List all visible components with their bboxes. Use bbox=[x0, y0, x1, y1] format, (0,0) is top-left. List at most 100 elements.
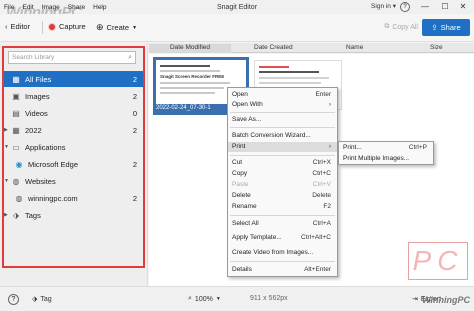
library-item-all-files[interactable]: ▦ All Files 2 bbox=[4, 71, 143, 87]
menu-cut[interactable]: Cut Ctrl+X bbox=[228, 158, 337, 168]
expand-caret-icon[interactable]: ▶ bbox=[4, 212, 11, 218]
status-bar: ? ⬗ Tag ⌕ 100% ▼ 911 x 562px ⇥ Export Wi… bbox=[0, 286, 474, 311]
print-submenu: Print... Ctrl+P Print Multiple Images... bbox=[338, 141, 434, 165]
menu-copy[interactable]: Copy Ctrl+C bbox=[228, 169, 337, 179]
close-button[interactable]: ✕ bbox=[454, 0, 472, 14]
watermark: WinningPC bbox=[422, 295, 470, 305]
menu-separator bbox=[230, 155, 335, 156]
watermark-logo: PC bbox=[408, 242, 468, 280]
menu-print-single[interactable]: Print... Ctrl+P bbox=[339, 143, 433, 153]
menu-open-with[interactable]: Open With › bbox=[228, 100, 337, 110]
capture-button[interactable]: Capture bbox=[48, 22, 86, 31]
column-date-modified[interactable]: Date Modified bbox=[149, 44, 231, 53]
column-name[interactable]: Name bbox=[346, 44, 363, 51]
export-icon: ⇥ bbox=[412, 296, 418, 303]
copy-icon: ⧉ bbox=[384, 23, 390, 30]
menu-edit[interactable]: Edit bbox=[18, 4, 37, 11]
library-item-count: 2 bbox=[132, 91, 137, 101]
menu-help[interactable]: Help bbox=[89, 4, 110, 11]
tag-icon: ⬗ bbox=[12, 210, 20, 220]
menu-share[interactable]: Share bbox=[64, 4, 89, 11]
menu-create-video[interactable]: Create Video from Images... bbox=[228, 248, 337, 258]
menu-separator bbox=[230, 112, 335, 113]
library-item-winningpc[interactable]: ◍ winningpc.com 2 bbox=[14, 190, 143, 206]
column-size[interactable]: Size bbox=[430, 44, 443, 51]
menu-batch-conversion[interactable]: Batch Conversion Wizard... bbox=[228, 131, 337, 141]
library-item-label: winningpc.com bbox=[28, 193, 78, 203]
library-item-websites[interactable]: ▼ ◍ Websites bbox=[4, 173, 143, 189]
help-icon[interactable]: ? bbox=[8, 294, 19, 305]
library-item-label: Websites bbox=[25, 176, 56, 186]
menu-open[interactable]: Open Enter bbox=[228, 90, 337, 100]
sign-in-button[interactable]: Sign in ▾ bbox=[371, 2, 396, 10]
text-line bbox=[259, 82, 321, 84]
context-menu: Open Enter Open With › Save As... Batch Co… bbox=[227, 87, 338, 277]
library-item-videos[interactable]: ▤ Videos 0 bbox=[4, 105, 143, 121]
edge-icon: ◉ bbox=[15, 159, 23, 169]
chevron-down-icon: ▼ bbox=[132, 24, 138, 31]
search-library-input[interactable]: Search Library ⌕ bbox=[8, 51, 136, 64]
divider bbox=[42, 21, 43, 34]
menu-print-multiple[interactable]: Print Multiple Images... bbox=[339, 154, 433, 164]
create-button[interactable]: ⊕ Create ▼ bbox=[96, 22, 137, 33]
library-item-count: 2 bbox=[132, 125, 137, 135]
applications-icon: ▭ bbox=[12, 142, 20, 152]
text-line bbox=[160, 82, 230, 84]
text-line bbox=[160, 87, 224, 89]
back-arrow-icon: ‹ bbox=[5, 22, 8, 31]
zoom-control[interactable]: ⌕ 100% ▼ bbox=[188, 295, 221, 303]
library-item-label: 2022 bbox=[25, 125, 42, 135]
menu-details[interactable]: Details Alt+Enter bbox=[228, 265, 337, 275]
menu-save-as[interactable]: Save As... bbox=[228, 115, 337, 125]
copy-all-label: Copy All bbox=[392, 23, 418, 31]
library-item-microsoft-edge[interactable]: ◉ Microsoft Edge 2 bbox=[14, 156, 143, 172]
chevron-down-icon: ▼ bbox=[215, 296, 221, 302]
editor-button[interactable]: ‹ Editor bbox=[5, 22, 30, 31]
grid-icon: ▦ bbox=[12, 74, 20, 84]
minimize-button[interactable]: — bbox=[416, 0, 434, 14]
help-icon[interactable]: ? bbox=[400, 1, 410, 12]
menu-rename[interactable]: Rename F2 bbox=[228, 202, 337, 212]
menu-image[interactable]: Image bbox=[38, 4, 64, 11]
tag-button[interactable]: ⬗ Tag bbox=[32, 295, 52, 304]
globe-icon: ◍ bbox=[15, 193, 23, 203]
library-item-label: Videos bbox=[25, 108, 48, 118]
menu-paste[interactable]: Paste Ctrl+V bbox=[228, 180, 337, 190]
image-dimensions: 911 x 562px bbox=[250, 295, 288, 302]
library-item-tags[interactable]: ▶ ⬗ Tags bbox=[4, 207, 143, 223]
menu-print[interactable]: Print › bbox=[228, 142, 337, 152]
menu-separator bbox=[230, 127, 335, 128]
library-sidebar: Search Library ⌕ ▦ All Files 2 ▣ Images … bbox=[0, 43, 148, 286]
video-icon: ▤ bbox=[12, 108, 20, 118]
menu-select-all[interactable]: Select All Ctrl+A bbox=[228, 219, 337, 229]
menu-apply-template[interactable]: Apply Template... Ctrl+Alt+C bbox=[228, 233, 337, 243]
collapse-caret-icon[interactable]: ▼ bbox=[4, 178, 11, 184]
library-item-2022[interactable]: ▶ ▦ 2022 2 bbox=[4, 122, 143, 138]
library-item-applications[interactable]: ▼ ▭ Applications bbox=[4, 139, 143, 155]
expand-caret-icon[interactable]: ▶ bbox=[4, 127, 11, 133]
maximize-button[interactable]: ☐ bbox=[436, 0, 454, 14]
share-button[interactable]: ⇪ Share bbox=[422, 19, 470, 36]
globe-icon: ◍ bbox=[12, 176, 20, 186]
copy-all-button[interactable]: ⧉ Copy All bbox=[384, 23, 418, 31]
text-line bbox=[160, 65, 210, 67]
text-line bbox=[259, 66, 289, 68]
zoom-icon: ⌕ bbox=[188, 295, 192, 302]
library-item-count: 0 bbox=[132, 108, 137, 118]
text-line bbox=[160, 70, 220, 72]
column-date-created[interactable]: Date Created bbox=[254, 44, 293, 51]
text-line bbox=[259, 71, 319, 73]
library-item-label: Images bbox=[25, 91, 50, 101]
collapse-caret-icon[interactable]: ▼ bbox=[4, 144, 11, 150]
capture-label: Capture bbox=[59, 22, 86, 31]
capture-icon bbox=[48, 22, 56, 31]
create-label: Create bbox=[106, 23, 130, 32]
library-item-images[interactable]: ▣ Images 2 bbox=[4, 88, 143, 104]
menu-delete[interactable]: Delete Delete bbox=[228, 191, 337, 201]
library-item-count: 2 bbox=[132, 159, 137, 169]
library-item-label: Microsoft Edge bbox=[28, 159, 79, 169]
menu-file[interactable]: File bbox=[0, 4, 18, 11]
library-item-label: All Files bbox=[25, 74, 52, 84]
calendar-icon: ▦ bbox=[12, 125, 20, 135]
thumbnail-heading: Snagit Screen Recorder FREE bbox=[160, 74, 225, 79]
